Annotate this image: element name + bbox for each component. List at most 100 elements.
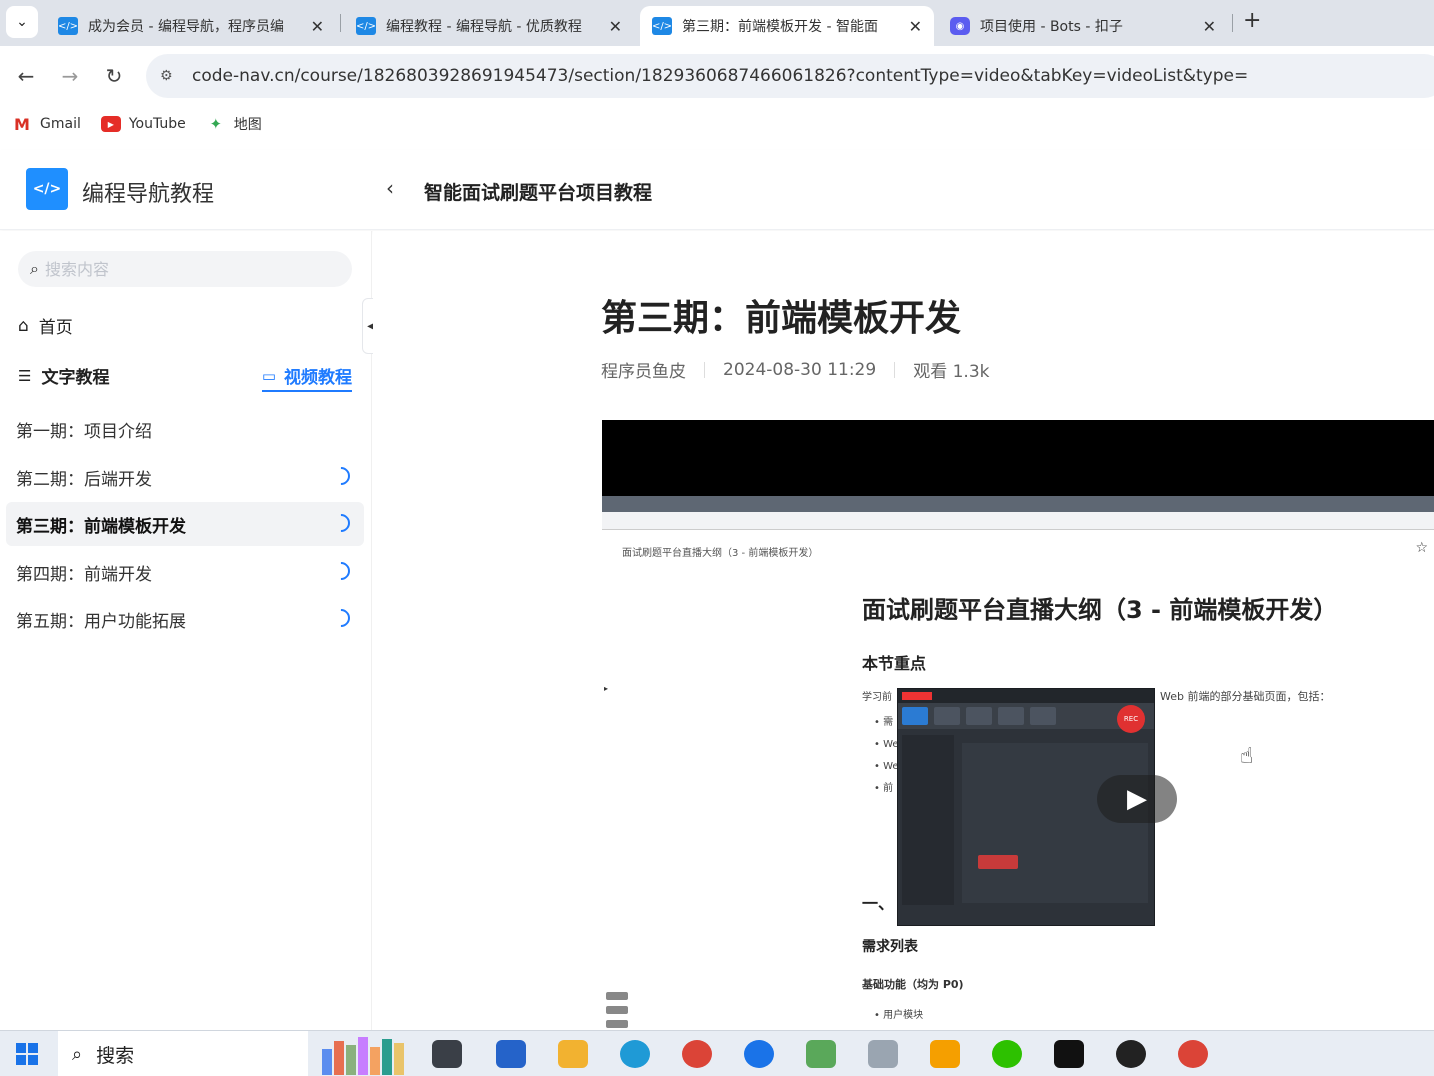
lesson-item[interactable]: 第四期：前端开发 bbox=[6, 550, 364, 594]
page-title: 第三期：前端模板开发 bbox=[601, 298, 962, 339]
lesson-label: 第三期：前端模板开发 bbox=[16, 516, 186, 537]
thumbnail-stack bbox=[606, 992, 628, 1031]
video-inner-address-bar bbox=[602, 512, 1434, 530]
sidebar-item-label: 首页 bbox=[38, 318, 73, 338]
bullet: 前 bbox=[883, 783, 894, 794]
youtube-icon: ▶ bbox=[100, 116, 121, 132]
bots-favicon-icon: ◉ bbox=[950, 17, 970, 35]
site-title[interactable]: 编程导航教程 bbox=[82, 176, 214, 208]
reload-icon[interactable]: ↻ bbox=[98, 60, 130, 92]
search-input[interactable] bbox=[44, 259, 325, 279]
browser-tab-3-active[interactable]: </> 第三期：前端模板开发 - 智能面 ✕ bbox=[640, 6, 934, 46]
edge-icon[interactable] bbox=[620, 1040, 650, 1068]
lesson-item[interactable]: 第五期：用户功能拓展 bbox=[6, 597, 364, 641]
close-tab-icon[interactable]: ✕ bbox=[311, 17, 324, 36]
browser-tab-2[interactable]: </> 编程教程 - 编程导航 - 优质教程 ✕ bbox=[344, 6, 634, 46]
video-player[interactable]: 面试刷题平台直播大纲（3 - 前端模板开发） ☆ ▸ 面试刷题平台直播大纲（3 … bbox=[602, 420, 1434, 1031]
code-nav-favicon-icon: </> bbox=[652, 17, 672, 35]
site-settings-icon[interactable]: ⚙ bbox=[160, 68, 180, 84]
image-viewer-icon[interactable] bbox=[806, 1040, 836, 1068]
recorder-sidebar bbox=[902, 735, 954, 905]
wechat-icon[interactable] bbox=[992, 1040, 1022, 1068]
task-view-icon[interactable] bbox=[432, 1040, 462, 1068]
hand-cursor-icon: ☝ bbox=[1240, 744, 1254, 769]
lesson-item-active[interactable]: 第三期：前端模板开发 bbox=[6, 502, 364, 546]
tab-video-tutorial[interactable]: ▭ 视频教程 bbox=[261, 363, 352, 392]
chrome-2-icon[interactable] bbox=[1178, 1040, 1208, 1068]
recorder-toolbar bbox=[898, 703, 1154, 729]
recorder-logo-icon bbox=[902, 692, 932, 700]
rec-badge: REC bbox=[1117, 705, 1145, 733]
taskbar-search[interactable]: ⌕ 搜索 bbox=[58, 1031, 308, 1076]
taskbar-search-label: 搜索 bbox=[96, 1044, 135, 1067]
video-doc-bullets: • 需 • We • We • 前 bbox=[874, 717, 899, 794]
home-icon: ⌂ bbox=[18, 315, 29, 336]
video-doc-user-module: • 用户模块 bbox=[874, 1010, 924, 1021]
sidebar-item-home[interactable]: ⌂ 首页 bbox=[18, 313, 73, 339]
meta-divider bbox=[704, 361, 705, 378]
close-tab-icon[interactable]: ✕ bbox=[909, 17, 922, 36]
gmail-icon: M bbox=[14, 114, 30, 134]
video-doc-requirements: 需求列表 bbox=[862, 939, 918, 955]
fire-app-icon[interactable] bbox=[930, 1040, 960, 1068]
recorder-record-button bbox=[978, 855, 1018, 869]
progress-ring-icon bbox=[328, 463, 354, 489]
tab-search-chevron-icon[interactable]: ⌄ bbox=[6, 6, 38, 38]
chrome-icon[interactable] bbox=[682, 1040, 712, 1068]
search-icon: ⌕ bbox=[30, 259, 39, 278]
address-bar[interactable]: ⚙ code-nav.cn/course/1826803928691945473… bbox=[146, 54, 1434, 98]
document-app-icon[interactable] bbox=[868, 1040, 898, 1068]
close-tab-icon[interactable]: ✕ bbox=[1203, 17, 1216, 36]
video-doc-section-one: 一、 bbox=[862, 894, 895, 913]
play-icon[interactable]: ▶ bbox=[1097, 775, 1177, 823]
windows-start-icon[interactable] bbox=[16, 1043, 38, 1065]
tab-title: 项目使用 - Bots - 扣子 bbox=[980, 19, 1123, 35]
author[interactable]: 程序员鱼皮 bbox=[601, 357, 686, 382]
video-doc-intro-left: 学习前 bbox=[862, 692, 892, 703]
progress-ring-icon bbox=[328, 510, 354, 536]
close-tab-icon[interactable]: ✕ bbox=[609, 17, 622, 36]
meta-divider bbox=[894, 361, 896, 378]
tab-separator bbox=[340, 14, 341, 32]
site-logo-icon[interactable]: </> bbox=[26, 168, 68, 210]
video-doc-basic-features: 基础功能（均为 P0) bbox=[862, 978, 964, 991]
view-count: 观看 1.3k bbox=[913, 362, 990, 382]
url-text[interactable]: code-nav.cn/course/1826803928691945473/s… bbox=[192, 66, 1248, 86]
lesson-item[interactable]: 第一期：项目介绍 bbox=[6, 407, 364, 451]
code-nav-favicon-icon: </> bbox=[58, 17, 78, 35]
sidebar-search[interactable]: ⌕ bbox=[18, 251, 352, 287]
tab-label: 视频教程 bbox=[284, 368, 352, 388]
bookmarks-bar: M Gmail ▶ YouTube ✦ 地图 bbox=[0, 106, 1434, 142]
file-explorer-icon[interactable] bbox=[558, 1040, 588, 1068]
back-chevron-icon[interactable]: ‹ bbox=[386, 176, 394, 200]
microsoft-store-icon[interactable] bbox=[496, 1040, 526, 1068]
video-doc-section: 本节重点 bbox=[862, 654, 927, 673]
sidebar: ⌕ ⌂ 首页 ☰ 文字教程 ▭ 视频教程 第一期：项目介绍 第二期：后端开发 第… bbox=[0, 231, 372, 1031]
site-header: </> 编程导航教程 ‹ 智能面试刷题平台项目教程 bbox=[0, 150, 1434, 230]
books-widget-icon[interactable] bbox=[322, 1035, 418, 1075]
pycharm-icon[interactable] bbox=[1054, 1040, 1084, 1068]
back-arrow-icon[interactable]: ← bbox=[10, 60, 42, 92]
lesson-label: 第五期：用户功能拓展 bbox=[16, 611, 186, 632]
tab-text-tutorial[interactable]: ☰ 文字教程 bbox=[18, 363, 110, 389]
list-icon: ☰ bbox=[18, 366, 32, 385]
star-icon: ☆ bbox=[1415, 540, 1428, 556]
qq-icon[interactable] bbox=[1116, 1040, 1146, 1068]
tutorial-type-tabs: ☰ 文字教程 ▭ 视频教程 bbox=[18, 363, 352, 392]
new-tab-button[interactable]: + bbox=[1243, 8, 1261, 33]
browser-tab-4[interactable]: ◉ 项目使用 - Bots - 扣子 ✕ bbox=[938, 6, 1228, 46]
lesson-label: 第二期：后端开发 bbox=[16, 469, 152, 490]
bookmark-maps[interactable]: ✦ 地图 bbox=[206, 114, 262, 134]
tab-label: 文字教程 bbox=[41, 368, 110, 388]
bookmark-gmail[interactable]: M Gmail bbox=[12, 114, 81, 134]
lesson-label: 第四期：前端开发 bbox=[16, 564, 152, 585]
bookmark-label: YouTube bbox=[128, 116, 186, 132]
lesson-item[interactable]: 第二期：后端开发 bbox=[6, 455, 364, 499]
lenovo-app-icon[interactable] bbox=[744, 1040, 774, 1068]
forward-arrow-icon[interactable]: → bbox=[54, 60, 86, 92]
browser-tab-1[interactable]: </> 成为会员 - 编程导航，程序员编 ✕ bbox=[46, 6, 336, 46]
video-doc-breadcrumb: 面试刷题平台直播大纲（3 - 前端模板开发） bbox=[622, 548, 819, 559]
code-nav-favicon-icon: </> bbox=[356, 17, 376, 35]
bookmark-youtube[interactable]: ▶ YouTube bbox=[100, 116, 186, 132]
caret-right-icon: ▸ bbox=[604, 684, 609, 693]
